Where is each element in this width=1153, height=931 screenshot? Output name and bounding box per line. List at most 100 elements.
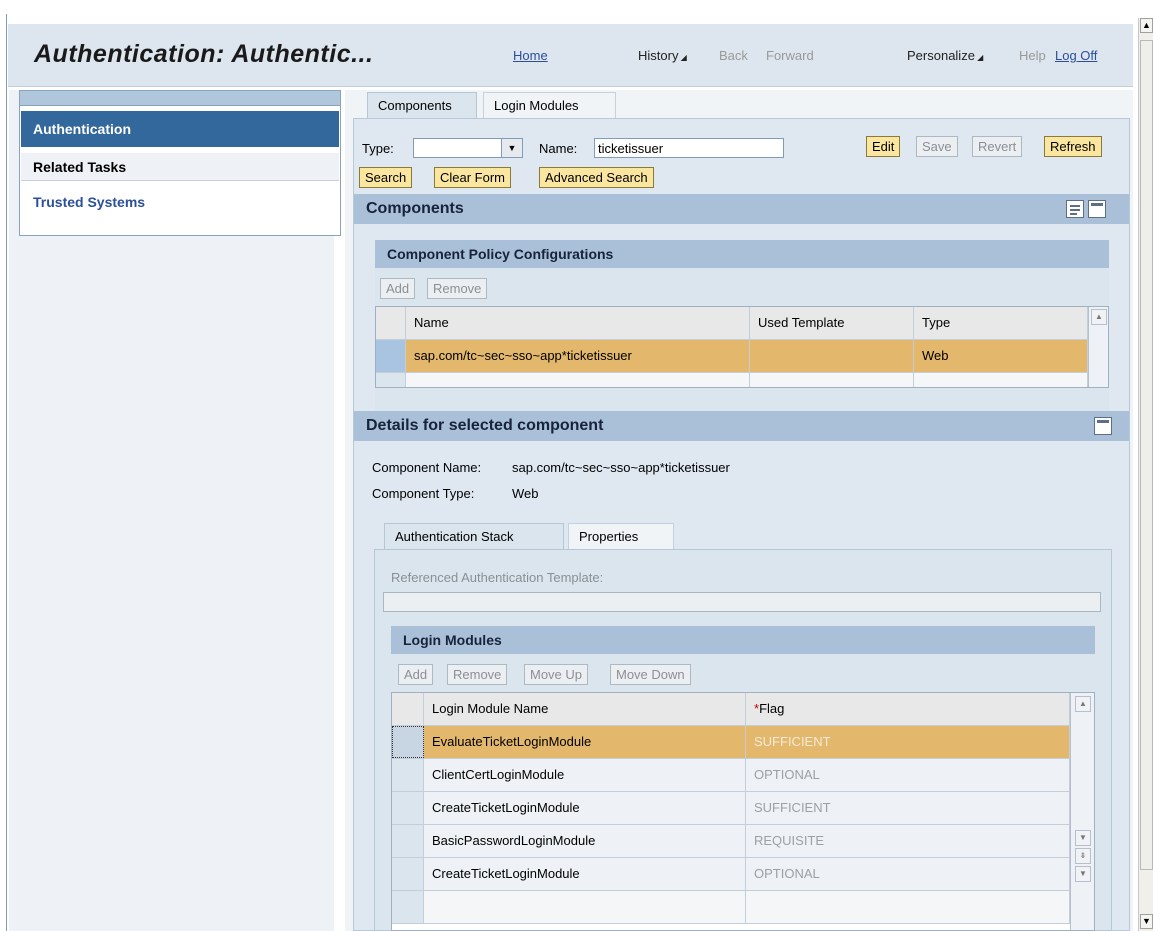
select-all-cell[interactable] xyxy=(392,693,424,725)
help-link[interactable]: Help xyxy=(1019,48,1046,63)
login-modules-scrollbar[interactable]: ▲ ▼ ⇟ ▼ xyxy=(1070,693,1094,930)
remove-module-button[interactable]: Remove xyxy=(447,664,508,685)
personalize-label: Personalize xyxy=(907,48,975,63)
column-header-flag[interactable]: *Flag xyxy=(746,693,1070,725)
advanced-search-button[interactable]: Advanced Search xyxy=(539,167,654,188)
login-module-name-cell: CreateTicketLoginModule xyxy=(424,792,746,824)
components-title: Components xyxy=(366,200,464,217)
column-header-name[interactable]: Name xyxy=(406,307,750,339)
column-header-used-template[interactable]: Used Template xyxy=(750,307,914,339)
empty-cell xyxy=(746,891,1070,923)
personalize-menu[interactable]: Personalize ◢ xyxy=(907,48,983,63)
auth-stack-panel: Referenced Authentication Template: Logi… xyxy=(374,549,1112,931)
vertical-scrollbar[interactable]: ▲ ▼ xyxy=(1138,18,1153,931)
scroll-up-arrow-icon[interactable]: ▲ xyxy=(1075,696,1091,712)
flag-header-text: Flag xyxy=(759,701,785,716)
login-module-name-cell: CreateTicketLoginModule xyxy=(424,858,746,890)
logoff-link[interactable]: Log Off xyxy=(1055,48,1097,63)
tab-authentication-stack[interactable]: Authentication Stack xyxy=(384,523,564,549)
table-header-row: Login Module Name *Flag xyxy=(392,693,1070,726)
flag-cell[interactable]: SUFFICIENT xyxy=(746,792,1070,824)
column-header-type[interactable]: Type xyxy=(914,307,1088,339)
ref-template-label: Referenced Authentication Template: xyxy=(391,570,604,585)
add-module-button[interactable]: Add xyxy=(398,664,434,685)
revert-button[interactable]: Revert xyxy=(972,136,1023,157)
component-type-label: Component Type: xyxy=(372,486,475,501)
refresh-button[interactable]: Refresh xyxy=(1044,136,1102,157)
scroll-down-arrow-icon[interactable]: ▼ xyxy=(1075,866,1091,882)
tab-properties[interactable]: Properties xyxy=(568,523,674,549)
collapse-icon[interactable] xyxy=(1088,200,1106,218)
scroll-up-arrow-icon[interactable]: ▲ xyxy=(1140,18,1153,33)
history-menu[interactable]: History ◢ xyxy=(638,48,687,63)
scroll-thumb[interactable] xyxy=(1140,40,1153,870)
forward-button[interactable]: Forward xyxy=(766,48,814,63)
list-view-icon[interactable] xyxy=(1066,200,1084,218)
back-button[interactable]: Back xyxy=(719,48,748,63)
chevron-down-icon[interactable]: ▼ xyxy=(501,139,522,157)
name-input[interactable] xyxy=(594,138,784,158)
table-row xyxy=(376,373,1088,387)
save-button[interactable]: Save xyxy=(916,136,958,157)
components-table: Name Used Template Type sap.com/tc~sec~s… xyxy=(375,306,1109,388)
move-up-button[interactable]: Move Up xyxy=(524,664,589,685)
scroll-up-arrow-icon[interactable]: ▲ xyxy=(1091,309,1107,325)
components-table-scrollbar[interactable]: ▲ xyxy=(1088,307,1108,387)
remove-component-button[interactable]: Remove xyxy=(427,278,488,299)
collapse-icon[interactable] xyxy=(1094,417,1112,435)
flag-cell[interactable]: OPTIONAL xyxy=(746,858,1070,890)
column-header-login-module-name[interactable]: Login Module Name xyxy=(424,693,746,725)
table-row[interactable]: BasicPasswordLoginModule REQUISITE xyxy=(392,825,1070,858)
component-type-cell: Web xyxy=(914,340,1088,372)
tab-login-modules[interactable]: Login Modules xyxy=(483,92,616,118)
sidebar-related-tasks-heading: Related Tasks xyxy=(21,153,339,181)
tab-components[interactable]: Components xyxy=(367,92,477,118)
tab-content: Type: ▼ Name: Edit Save Revert Refresh S… xyxy=(353,118,1130,931)
row-selector[interactable] xyxy=(392,726,424,758)
row-selector xyxy=(392,891,424,923)
empty-cell xyxy=(424,891,746,923)
scroll-down-arrow-icon[interactable]: ▼ xyxy=(1075,830,1091,846)
component-type-value: Web xyxy=(512,486,539,501)
flag-cell[interactable]: OPTIONAL xyxy=(746,759,1070,791)
row-selector[interactable] xyxy=(392,858,424,890)
row-selector[interactable] xyxy=(392,792,424,824)
component-name-value: sap.com/tc~sec~sso~app*ticketissuer xyxy=(512,460,730,475)
edit-button[interactable]: Edit xyxy=(866,136,901,157)
table-header-row: Name Used Template Type xyxy=(376,307,1088,340)
components-section-header: Components xyxy=(354,194,1129,224)
move-down-button[interactable]: Move Down xyxy=(610,664,691,685)
history-label: History xyxy=(638,48,679,63)
empty-cell xyxy=(406,373,750,387)
sidebar-item-trusted-systems[interactable]: Trusted Systems xyxy=(21,187,339,217)
add-component-button[interactable]: Add xyxy=(380,278,416,299)
login-modules-panel: Login Modules Add Remove Move Up Move Do… xyxy=(391,626,1095,931)
flag-cell[interactable]: REQUISITE xyxy=(746,825,1070,857)
select-all-cell[interactable] xyxy=(376,307,406,339)
table-row[interactable]: sap.com/tc~sec~sso~app*ticketissuer Web xyxy=(376,340,1088,373)
login-module-name-cell: ClientCertLoginModule xyxy=(424,759,746,791)
used-template-cell xyxy=(750,340,914,372)
row-selector[interactable] xyxy=(392,825,424,857)
flag-cell[interactable]: SUFFICIENT xyxy=(746,726,1070,758)
home-link[interactable]: Home xyxy=(513,48,548,63)
scroll-down-arrow-icon[interactable]: ▼ xyxy=(1140,914,1153,929)
policy-config-header: Component Policy Configurations xyxy=(375,240,1109,268)
scroll-last-icon[interactable]: ⇟ xyxy=(1075,848,1091,864)
details-title: Details for selected component xyxy=(366,417,604,434)
type-dropdown[interactable]: ▼ xyxy=(413,138,523,158)
ref-template-field xyxy=(383,592,1101,612)
sidebar-item-authentication[interactable]: Authentication xyxy=(21,111,339,147)
row-selector[interactable] xyxy=(392,759,424,791)
row-selector xyxy=(376,373,406,387)
row-selector[interactable] xyxy=(376,340,406,372)
table-row[interactable]: EvaluateTicketLoginModule SUFFICIENT xyxy=(392,726,1070,759)
page-header: Authentication: Authentic... Home Histor… xyxy=(8,24,1133,87)
table-row[interactable]: CreateTicketLoginModule OPTIONAL xyxy=(392,858,1070,891)
search-button[interactable]: Search xyxy=(359,167,413,188)
clear-form-button[interactable]: Clear Form xyxy=(434,167,512,188)
table-row[interactable]: ClientCertLoginModule OPTIONAL xyxy=(392,759,1070,792)
login-module-name-cell: EvaluateTicketLoginModule xyxy=(424,726,746,758)
table-row[interactable]: CreateTicketLoginModule SUFFICIENT xyxy=(392,792,1070,825)
component-name-cell: sap.com/tc~sec~sso~app*ticketissuer xyxy=(406,340,750,372)
